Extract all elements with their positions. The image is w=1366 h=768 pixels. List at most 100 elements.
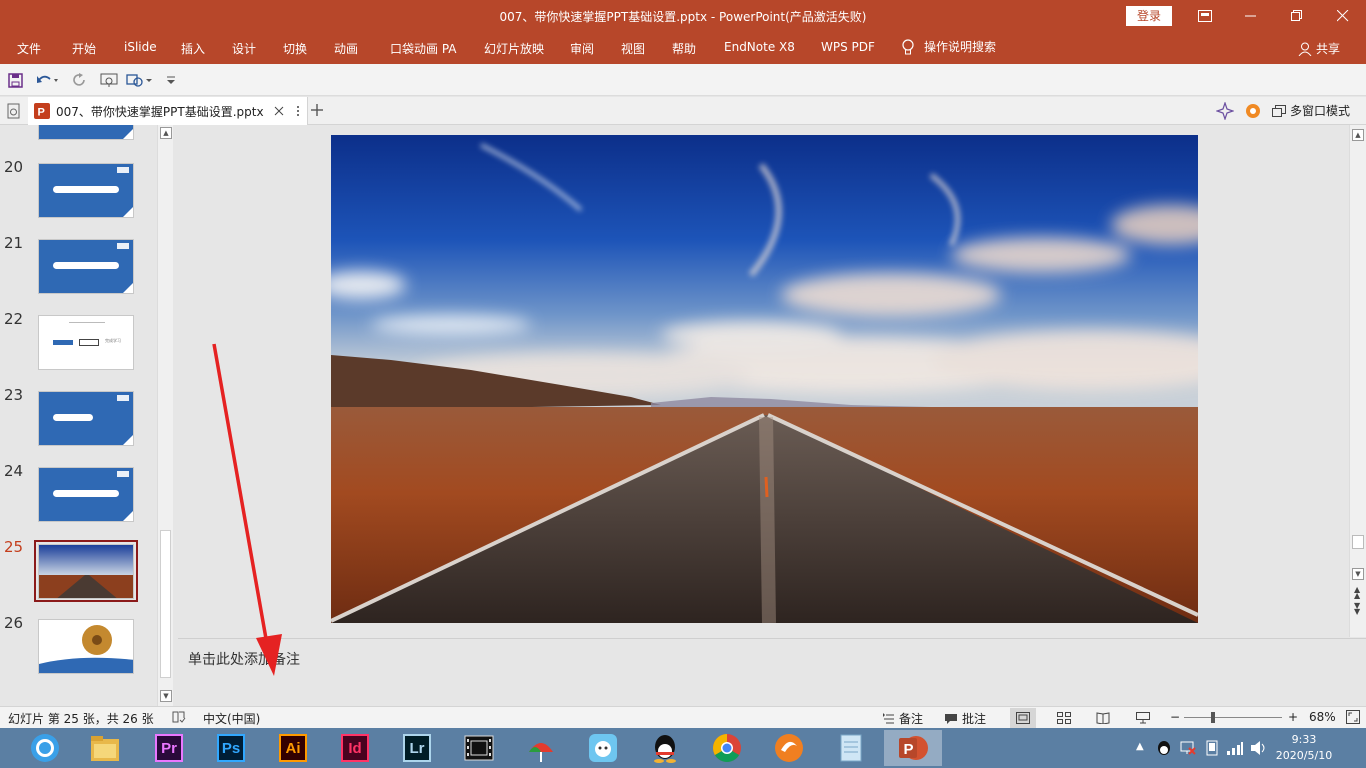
slide-thumbnail-19[interactable] — [38, 125, 134, 140]
normal-view-button[interactable] — [1010, 708, 1036, 728]
taskbar-chrome[interactable] — [698, 730, 756, 766]
fit-to-window-button[interactable] — [1346, 710, 1360, 724]
zoom-slider[interactable] — [1184, 717, 1282, 718]
undo-button[interactable] — [36, 70, 60, 90]
illustrator-icon: Ai — [279, 734, 307, 762]
taskbar-app-assistant[interactable] — [574, 730, 632, 766]
slide-thumbnail-20[interactable] — [38, 163, 134, 218]
notepad-icon — [840, 734, 862, 762]
notes-pane[interactable]: 单击此处添加备注 — [178, 638, 1366, 706]
taskbar-notes-app[interactable] — [822, 730, 880, 766]
reading-view-button[interactable] — [1090, 708, 1116, 728]
redo-button[interactable] — [72, 70, 87, 90]
taskbar-browser[interactable] — [16, 730, 74, 766]
tab-help[interactable]: 帮助 — [672, 40, 696, 57]
folder-icon — [91, 736, 119, 761]
document-tab-label: 007、带你快速掌握PPT基础设置.pptx — [56, 104, 264, 119]
slideshow-view-button[interactable] — [1130, 708, 1156, 728]
tab-animations[interactable]: 动画 — [334, 40, 358, 57]
taskbar-app-umbrella[interactable] — [512, 730, 570, 766]
zoom-slider-handle[interactable] — [1211, 712, 1216, 723]
taskbar-indesign[interactable]: Id — [326, 730, 384, 766]
tab-pocket-animation[interactable]: 口袋动画 PA — [390, 40, 457, 57]
taskbar-qq[interactable] — [636, 730, 694, 766]
previous-slide-icon[interactable]: ▲ ▲ — [1354, 586, 1360, 600]
tab-design[interactable]: 设计 — [232, 40, 256, 57]
notes-placeholder[interactable]: 单击此处添加备注 — [188, 649, 300, 669]
editor-scrollbar[interactable]: ▲ ▼ ▲ ▲ ▼ ▼ — [1349, 125, 1366, 637]
device-icon[interactable] — [1204, 740, 1220, 756]
taskbar-video-editor[interactable] — [450, 730, 508, 766]
document-tab[interactable]: P 007、带你快速掌握PPT基础设置.pptx — [28, 97, 308, 125]
tab-file[interactable]: 文件 — [17, 40, 41, 57]
taskbar-powerpoint[interactable]: P — [884, 730, 942, 766]
slide-sorter-button[interactable] — [1051, 708, 1077, 728]
language-indicator[interactable]: 中文(中国) — [203, 710, 260, 727]
zoom-in-button[interactable]: + — [1288, 710, 1298, 724]
network-disconnected-icon[interactable] — [1180, 740, 1196, 756]
signal-icon[interactable] — [1226, 740, 1244, 756]
zoom-out-button[interactable]: − — [1170, 710, 1180, 724]
scroll-up-icon[interactable]: ▲ — [160, 127, 172, 139]
tab-endnote[interactable]: EndNote X8 — [724, 40, 795, 54]
editor-scrollbar-thumb[interactable] — [1352, 535, 1364, 549]
tell-me-search[interactable]: 操作说明搜索 — [902, 38, 996, 55]
zoom-level[interactable]: 68% — [1309, 710, 1336, 724]
slide-thumbnail-21[interactable] — [38, 239, 134, 294]
slide-thumbnail-26[interactable] — [38, 619, 134, 674]
taskbar-premiere[interactable]: Pr — [140, 730, 198, 766]
tray-expand-icon[interactable]: ▲ — [1136, 741, 1144, 752]
taskbar-illustrator[interactable]: Ai — [264, 730, 322, 766]
close-button[interactable] — [1320, 0, 1366, 32]
ribbon-display-options-button[interactable] — [1182, 0, 1228, 32]
from-beginning-button[interactable] — [100, 70, 118, 90]
tab-view[interactable]: 视图 — [621, 40, 645, 57]
restore-button[interactable] — [1274, 0, 1320, 32]
customize-qat-button[interactable] — [166, 70, 176, 90]
thumbnail-scrollbar[interactable]: ▲ ▼ — [157, 125, 173, 706]
magic-wand-button[interactable] — [1215, 101, 1235, 123]
tab-islide[interactable]: iSlide — [124, 40, 157, 54]
multi-window-mode-button[interactable]: 多窗口模式 — [1272, 102, 1350, 119]
comments-toggle-button[interactable]: 批注 — [944, 710, 986, 727]
settings-button[interactable] — [1244, 102, 1262, 123]
minimize-button[interactable] — [1228, 0, 1274, 32]
slide-thumbnail-24[interactable] — [38, 467, 134, 522]
system-clock[interactable]: 9:33 2020/5/10 — [1272, 732, 1336, 764]
next-slide-icon[interactable]: ▼ ▼ — [1354, 602, 1360, 616]
tab-insert[interactable]: 插入 — [181, 40, 205, 57]
minimize-icon — [1245, 15, 1256, 17]
editor-scroll-down-icon[interactable]: ▼ — [1352, 568, 1364, 580]
tab-home[interactable]: 开始 — [72, 40, 96, 57]
save-button[interactable] — [8, 70, 23, 90]
slide-thumbnail-23[interactable] — [38, 391, 134, 446]
slide-thumbnail-22[interactable]: 完成学习 — [38, 315, 134, 370]
more-options-icon[interactable] — [296, 105, 300, 117]
tab-review[interactable]: 审阅 — [570, 40, 594, 57]
taskbar-app-orange[interactable] — [760, 730, 818, 766]
current-slide[interactable] — [331, 135, 1198, 623]
login-button[interactable]: 登录 — [1126, 6, 1172, 26]
slide-thumbnail-25[interactable] — [38, 544, 134, 599]
new-tab-button[interactable] — [310, 103, 324, 120]
tab-slideshow[interactable]: 幻灯片放映 — [484, 40, 544, 57]
shapes-button[interactable] — [126, 70, 156, 90]
scroll-down-icon[interactable]: ▼ — [160, 690, 172, 702]
svg-text:P: P — [38, 107, 45, 119]
tray-qq-icon[interactable] — [1156, 740, 1172, 756]
taskbar-photoshop[interactable]: Ps — [202, 730, 260, 766]
editor-scroll-up-icon[interactable]: ▲ — [1352, 129, 1364, 141]
share-button[interactable]: 共享 — [1298, 40, 1340, 57]
powerpoint-icon: P — [899, 736, 928, 760]
tab-wps-pdf[interactable]: WPS PDF — [821, 40, 875, 54]
notes-toggle-button[interactable]: 备注 — [883, 710, 923, 727]
taskbar-lightroom[interactable]: Lr — [388, 730, 446, 766]
taskbar-file-explorer[interactable] — [76, 730, 134, 766]
close-tab-icon[interactable] — [274, 106, 284, 116]
volume-icon[interactable] — [1250, 740, 1268, 756]
slide-number: 24 — [4, 462, 24, 480]
spell-check-button[interactable] — [172, 710, 186, 724]
file-info-button[interactable] — [6, 103, 22, 122]
scrollbar-thumb[interactable] — [160, 530, 171, 678]
tab-transitions[interactable]: 切换 — [283, 40, 307, 57]
